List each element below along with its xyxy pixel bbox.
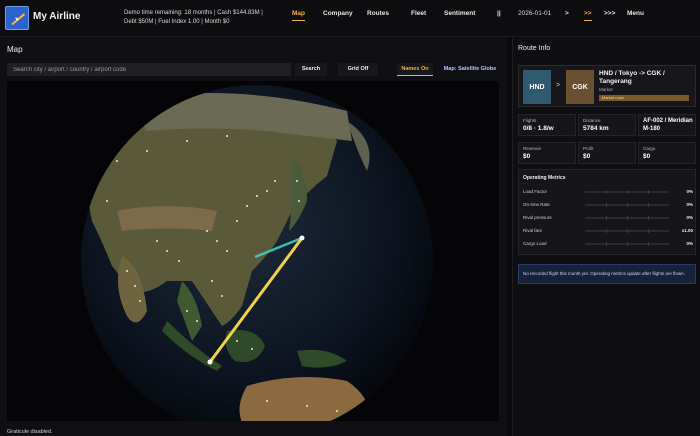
distance-stat: Distance 5784 km bbox=[578, 114, 636, 136]
metric-value: 0% bbox=[686, 241, 693, 246]
flights-stat: Flights 0/8 · 1.8/w bbox=[518, 114, 576, 136]
metric-row: Rival pressure 0% bbox=[523, 214, 693, 222]
operating-metrics-title: Operating Metrics bbox=[523, 175, 566, 181]
profit-value: $0 bbox=[583, 153, 591, 160]
metric-value: 0% bbox=[686, 189, 693, 194]
cargo-value: $0 bbox=[643, 153, 651, 160]
status-line-2: Debt $50M | Fuel Index 1.00 | Month $0 bbox=[124, 19, 230, 25]
map-panel: Map Search Grid Off Names On Map: Satell… bbox=[0, 38, 507, 436]
metric-bar bbox=[585, 203, 669, 207]
route-arrow: > bbox=[556, 82, 561, 89]
nav-map[interactable]: Map bbox=[292, 10, 305, 21]
metric-row: Load Factor 0% bbox=[523, 188, 693, 196]
metric-value: 0% bbox=[686, 202, 693, 207]
search-button[interactable]: Search bbox=[295, 63, 327, 76]
metric-value: 0% bbox=[686, 215, 693, 220]
metric-bar bbox=[585, 216, 669, 220]
names-toggle-button[interactable]: Names On bbox=[397, 63, 433, 76]
menu-button[interactable]: Menu bbox=[627, 10, 644, 17]
speed-2-button[interactable]: >> bbox=[584, 10, 592, 21]
metric-row: Rival fare x1.00 bbox=[523, 227, 693, 235]
no-flight-notice: No recorded flight this month yet. Opera… bbox=[518, 264, 696, 284]
airport-marker-cgk[interactable] bbox=[207, 359, 213, 365]
airline-logo-icon bbox=[5, 6, 29, 30]
route-header-card: HND > CGK HND / Tokyo -> CGK / Tangerang… bbox=[518, 65, 696, 107]
revenue-stat: Revenue $0 bbox=[518, 142, 576, 164]
status-summary: Demo time remaining: 18 months | Cash $1… bbox=[124, 9, 263, 27]
globe-svg[interactable] bbox=[7, 81, 499, 421]
cargo-stat: Cargo $0 bbox=[638, 142, 696, 164]
revenue-value: $0 bbox=[523, 153, 531, 160]
app-title: My Airline bbox=[33, 11, 81, 22]
metric-label: On-time Rate bbox=[523, 202, 550, 207]
nav-routes[interactable]: Routes bbox=[367, 10, 389, 17]
distance-label: Distance bbox=[583, 118, 601, 123]
globe-viewport[interactable] bbox=[7, 81, 499, 421]
market-badge: Market route bbox=[599, 95, 689, 101]
map-panel-title: Map bbox=[7, 45, 23, 54]
metric-label: Load Factor bbox=[523, 189, 548, 194]
aircraft-value: AF-002 / Meridian M-180 bbox=[643, 118, 693, 132]
status-line-1: Demo time remaining: 18 months | Cash $1… bbox=[124, 10, 263, 16]
speed-1-button[interactable]: > bbox=[565, 10, 569, 17]
destination-airport-tile[interactable]: CGK bbox=[566, 70, 594, 104]
pause-button[interactable]: || bbox=[497, 10, 501, 17]
top-bar: My Airline Demo time remaining: 18 month… bbox=[0, 0, 700, 37]
metric-label: Rival pressure bbox=[523, 215, 552, 220]
nav-company[interactable]: Company bbox=[323, 10, 353, 17]
airport-marker-hnd[interactable] bbox=[299, 235, 305, 241]
origin-airport-tile[interactable]: HND bbox=[523, 70, 551, 104]
landmass-australia bbox=[239, 377, 370, 421]
search-input[interactable] bbox=[7, 63, 291, 76]
metric-row: Cargo Load 0% bbox=[523, 240, 693, 248]
landmass-himalaya bbox=[117, 206, 217, 231]
nav-sentiment[interactable]: Sentiment bbox=[444, 10, 475, 17]
profit-stat: Profit $0 bbox=[578, 142, 636, 164]
metric-label: Rival fare bbox=[523, 228, 543, 233]
metric-bar bbox=[585, 229, 669, 233]
market-label: Market bbox=[599, 87, 613, 92]
cargo-label: Cargo bbox=[643, 146, 656, 151]
current-date: 2026-01-01 bbox=[518, 10, 552, 17]
metric-value: x1.00 bbox=[681, 228, 693, 233]
map-mode-button[interactable]: Map: Satellite Globe bbox=[441, 63, 499, 76]
route-name: HND / Tokyo -> CGK / Tangerang bbox=[599, 70, 665, 85]
map-status-text: Graticule disabled. bbox=[7, 429, 53, 435]
metric-bar bbox=[585, 242, 669, 246]
nav-fleet[interactable]: Fleet bbox=[411, 10, 426, 17]
flights-label: Flights bbox=[523, 118, 537, 123]
metric-row: On-time Rate 0% bbox=[523, 201, 693, 209]
metric-label: Cargo Load bbox=[523, 241, 547, 246]
operating-metrics: Operating Metrics Load Factor 0% On-time… bbox=[518, 169, 696, 255]
speed-3-button[interactable]: >>> bbox=[604, 10, 615, 17]
aircraft-stat[interactable]: AF-002 / Meridian M-180 bbox=[638, 114, 696, 136]
grid-toggle-button[interactable]: Grid Off bbox=[338, 63, 378, 76]
route-info-title: Route Info bbox=[518, 45, 551, 52]
flights-value: 0/8 · 1.8/w bbox=[523, 125, 554, 132]
route-info-panel: Route Info HND > CGK HND / Tokyo -> CGK … bbox=[512, 38, 700, 436]
revenue-label: Revenue bbox=[523, 146, 542, 151]
metric-bar bbox=[585, 190, 669, 194]
profit-label: Profit bbox=[583, 146, 594, 151]
distance-value: 5784 km bbox=[583, 125, 609, 132]
